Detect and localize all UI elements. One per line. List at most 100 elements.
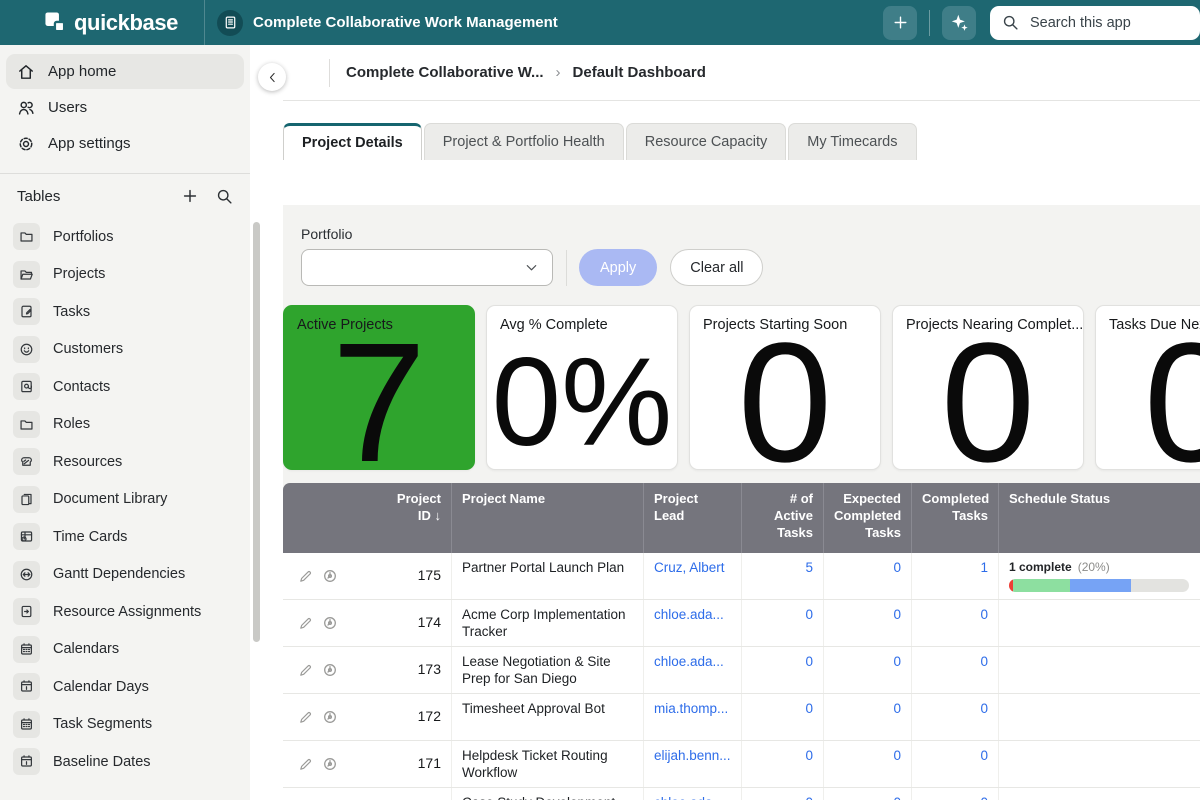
- scrollbar-thumb[interactable]: [253, 222, 260, 642]
- sidebar-table-task-segments[interactable]: Task Segments: [6, 706, 244, 744]
- sidebar-table-resources[interactable]: Resources: [6, 443, 244, 481]
- table-row: 170Case Study Developmentchloe.ada...000: [283, 788, 1200, 800]
- column-header-project-id[interactable]: Project ID ↓: [283, 483, 451, 553]
- schedule-progress-bar: [1009, 579, 1189, 592]
- project-lead-link[interactable]: chloe.ada...: [643, 600, 741, 646]
- sidebar-item-users[interactable]: Users: [6, 90, 244, 125]
- search-tables-icon[interactable]: [216, 188, 233, 205]
- eye-icon[interactable]: [322, 568, 338, 584]
- quickbase-brand[interactable]: quickbase: [44, 10, 178, 36]
- completed-tasks-count[interactable]: 0: [911, 741, 998, 787]
- tab-project-portfolio-health[interactable]: Project & Portfolio Health: [424, 123, 624, 160]
- kpi-card-projects-starting-soon[interactable]: Projects Starting Soon0: [689, 305, 881, 470]
- sidebar-table-contacts[interactable]: Contacts: [6, 368, 244, 406]
- sidebar-table-customers[interactable]: Customers: [6, 331, 244, 369]
- search-icon: [1002, 14, 1019, 31]
- column-header-expected-completed-tasks[interactable]: Expected Completed Tasks: [823, 483, 911, 553]
- expected-completed-count[interactable]: 0: [823, 600, 911, 646]
- documents-icon: [13, 486, 40, 513]
- app-search[interactable]: [990, 6, 1200, 40]
- completed-tasks-count[interactable]: 0: [911, 600, 998, 646]
- edit-pencil-icon[interactable]: [298, 710, 313, 725]
- column-header-completed-tasks[interactable]: Completed Tasks: [911, 483, 998, 553]
- project-id: 172: [418, 708, 441, 726]
- sidebar-table-calendar-days[interactable]: Calendar Days: [6, 668, 244, 706]
- expected-completed-count[interactable]: 0: [823, 788, 911, 800]
- sidebar-table-time-cards[interactable]: Time Cards: [6, 518, 244, 556]
- project-lead-link[interactable]: chloe.ada...: [643, 647, 741, 693]
- expected-completed-count[interactable]: 0: [823, 647, 911, 693]
- active-tasks-count[interactable]: 0: [741, 647, 823, 693]
- tab-project-details[interactable]: Project Details: [283, 123, 422, 160]
- project-lead-link[interactable]: elijah.benn...: [643, 741, 741, 787]
- sidebar-table-projects[interactable]: Projects: [6, 256, 244, 294]
- sidebar-table-document-library[interactable]: Document Library: [6, 481, 244, 519]
- sidebar-item-app-settings[interactable]: App settings: [6, 126, 244, 161]
- current-app[interactable]: Complete Collaborative Work Management: [217, 10, 558, 36]
- schedule-label: 1 complete: [1009, 560, 1072, 575]
- eye-icon[interactable]: [322, 615, 338, 631]
- project-lead-link[interactable]: chloe.ada...: [643, 788, 741, 800]
- active-tasks-count[interactable]: 0: [741, 788, 823, 800]
- project-lead-link[interactable]: mia.thomp...: [643, 694, 741, 740]
- project-name: Helpdesk Ticket Routing Workflow: [451, 741, 643, 787]
- expected-completed-count[interactable]: 0: [823, 694, 911, 740]
- dashboard-tabs: Project DetailsProject & Portfolio Healt…: [283, 123, 1200, 160]
- edit-pencil-icon[interactable]: [298, 663, 313, 678]
- completed-tasks-count[interactable]: 0: [911, 694, 998, 740]
- sidebar-table-label: Roles: [53, 416, 90, 432]
- add-table-icon[interactable]: [181, 187, 199, 205]
- ai-sparkle-button[interactable]: [942, 6, 976, 40]
- sidebar-table-tasks[interactable]: Tasks: [6, 293, 244, 331]
- portfolio-select[interactable]: [301, 249, 553, 286]
- sidebar-table-roles[interactable]: Roles: [6, 406, 244, 444]
- column-header-schedule-status[interactable]: Schedule Status: [998, 483, 1200, 553]
- eye-icon[interactable]: [322, 662, 338, 678]
- waffle-menu-icon[interactable]: [0, 0, 40, 45]
- eye-icon[interactable]: [322, 756, 338, 772]
- expected-completed-count[interactable]: 0: [823, 741, 911, 787]
- clear-all-button[interactable]: Clear all: [670, 249, 763, 286]
- apply-button[interactable]: Apply: [579, 249, 657, 286]
- column-header-of-active-tasks[interactable]: # of Active Tasks: [741, 483, 823, 553]
- edit-pencil-icon[interactable]: [298, 757, 313, 772]
- sidebar-nav: App homeUsersApp settings: [0, 54, 250, 161]
- completed-tasks-count[interactable]: 0: [911, 647, 998, 693]
- kpi-card-projects-nearing-complet[interactable]: Projects Nearing Complet...0: [892, 305, 1084, 470]
- sidebar-table-resource-assignments[interactable]: Resource Assignments: [6, 593, 244, 631]
- kpi-card-tasks-due-next[interactable]: Tasks Due Next0: [1095, 305, 1200, 470]
- home-icon: [17, 63, 35, 81]
- edit-pencil-icon[interactable]: [298, 569, 313, 584]
- schedule-status-cell: 1 complete(20%): [998, 553, 1200, 599]
- tab-my-timecards[interactable]: My Timecards: [788, 123, 916, 160]
- project-name: Partner Portal Launch Plan: [451, 553, 643, 599]
- brand-name: quickbase: [74, 10, 178, 36]
- completed-tasks-count[interactable]: 1: [911, 553, 998, 599]
- sidebar-table-calendars[interactable]: Calendars: [6, 631, 244, 669]
- column-header-project-lead[interactable]: Project Lead: [643, 483, 741, 553]
- column-header-project-name[interactable]: Project Name: [451, 483, 643, 553]
- breadcrumb-page[interactable]: Default Dashboard: [573, 64, 706, 81]
- search-input[interactable]: [1028, 14, 1178, 32]
- breadcrumb-app[interactable]: Complete Collaborative W...: [346, 64, 544, 81]
- kpi-card-active-projects[interactable]: Active Projects7: [283, 305, 475, 470]
- tab-resource-capacity[interactable]: Resource Capacity: [626, 123, 787, 160]
- add-button[interactable]: [883, 6, 917, 40]
- sidebar-table-baseline-dates[interactable]: Baseline Dates: [6, 743, 244, 781]
- assignment-icon: [13, 598, 40, 625]
- kpi-card-avg-complete[interactable]: Avg % Complete0%: [486, 305, 678, 470]
- active-tasks-count[interactable]: 0: [741, 600, 823, 646]
- completed-tasks-count[interactable]: 0: [911, 788, 998, 800]
- active-tasks-count[interactable]: 0: [741, 694, 823, 740]
- expected-completed-count[interactable]: 0: [823, 553, 911, 599]
- active-tasks-count[interactable]: 0: [741, 741, 823, 787]
- project-lead-link[interactable]: Cruz, Albert: [643, 553, 741, 599]
- eye-icon[interactable]: [322, 709, 338, 725]
- active-tasks-count[interactable]: 5: [741, 553, 823, 599]
- sidebar-table-portfolios[interactable]: Portfolios: [6, 218, 244, 256]
- sidebar-collapse-button[interactable]: [258, 63, 286, 91]
- sidebar-item-app-home[interactable]: App home: [6, 54, 244, 89]
- edit-pencil-icon[interactable]: [298, 616, 313, 631]
- sidebar-table-gantt-dependencies[interactable]: Gantt Dependencies: [6, 556, 244, 594]
- progress-segment: [1013, 579, 1071, 592]
